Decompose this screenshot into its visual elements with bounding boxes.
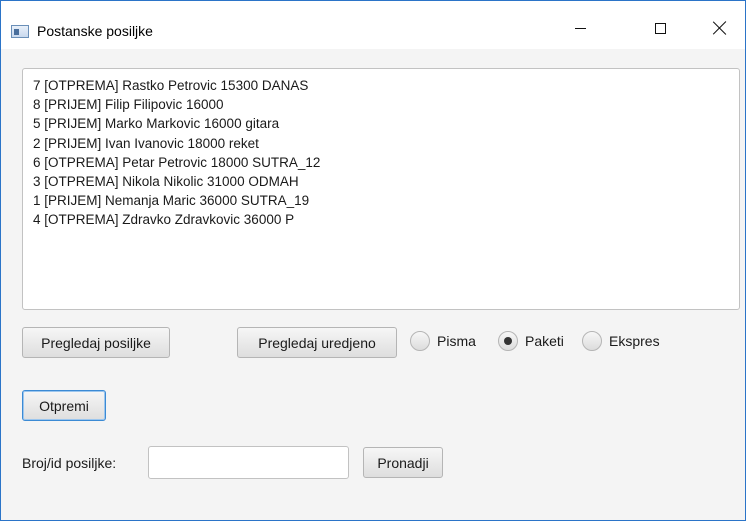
shipment-id-label: Broj/id posiljke: bbox=[22, 455, 117, 471]
shipment-id-input[interactable] bbox=[148, 446, 349, 479]
app-window: Postanske posiljke 7 [OTPREMA] Rastko Pe… bbox=[0, 0, 746, 521]
radio-circle[interactable] bbox=[410, 331, 430, 351]
list-item[interactable]: 6 [OTPREMA] Petar Petrovic 18000 SUTRA_1… bbox=[33, 153, 729, 172]
radio-pisma[interactable]: Pisma bbox=[410, 329, 476, 353]
radio-circle-selected[interactable] bbox=[498, 331, 518, 351]
list-item[interactable]: 5 [PRIJEM] Marko Markovic 16000 gitara bbox=[33, 114, 729, 133]
find-button[interactable]: Pronadji bbox=[363, 447, 443, 478]
shipments-list[interactable]: 7 [OTPREMA] Rastko Petrovic 15300 DANAS … bbox=[22, 68, 740, 310]
title-bar[interactable]: Postanske posiljke bbox=[1, 1, 745, 49]
close-button[interactable] bbox=[697, 13, 743, 43]
list-item[interactable]: 4 [OTPREMA] Zdravko Zdravkovic 36000 P bbox=[33, 210, 729, 229]
dispatch-button[interactable]: Otpremi bbox=[22, 390, 106, 421]
minimize-button[interactable] bbox=[557, 13, 603, 43]
radio-paketi[interactable]: Paketi bbox=[498, 329, 564, 353]
list-item[interactable]: 3 [OTPREMA] Nikola Nikolic 31000 ODMAH bbox=[33, 172, 729, 191]
radio-label-paketi: Paketi bbox=[525, 333, 564, 349]
window-title: Postanske posiljke bbox=[37, 23, 153, 39]
minimize-icon bbox=[574, 27, 586, 29]
view-shipments-button[interactable]: Pregledaj posiljke bbox=[22, 327, 170, 358]
list-item[interactable]: 8 [PRIJEM] Filip Filipovic 16000 bbox=[33, 95, 729, 114]
radio-selected-dot bbox=[504, 337, 512, 345]
radio-label-ekspres: Ekspres bbox=[609, 333, 660, 349]
list-item[interactable]: 1 [PRIJEM] Nemanja Maric 36000 SUTRA_19 bbox=[33, 191, 729, 210]
radio-label-pisma: Pisma bbox=[437, 333, 476, 349]
list-item[interactable]: 7 [OTPREMA] Rastko Petrovic 15300 DANAS bbox=[33, 76, 729, 95]
app-icon bbox=[11, 25, 29, 38]
view-sorted-button[interactable]: Pregledaj uredjeno bbox=[237, 327, 397, 358]
close-icon bbox=[713, 21, 727, 35]
list-item[interactable]: 2 [PRIJEM] Ivan Ivanovic 18000 reket bbox=[33, 134, 729, 153]
radio-circle[interactable] bbox=[582, 331, 602, 351]
radio-ekspres[interactable]: Ekspres bbox=[582, 329, 660, 353]
maximize-icon bbox=[654, 22, 666, 34]
maximize-button[interactable] bbox=[637, 13, 683, 43]
